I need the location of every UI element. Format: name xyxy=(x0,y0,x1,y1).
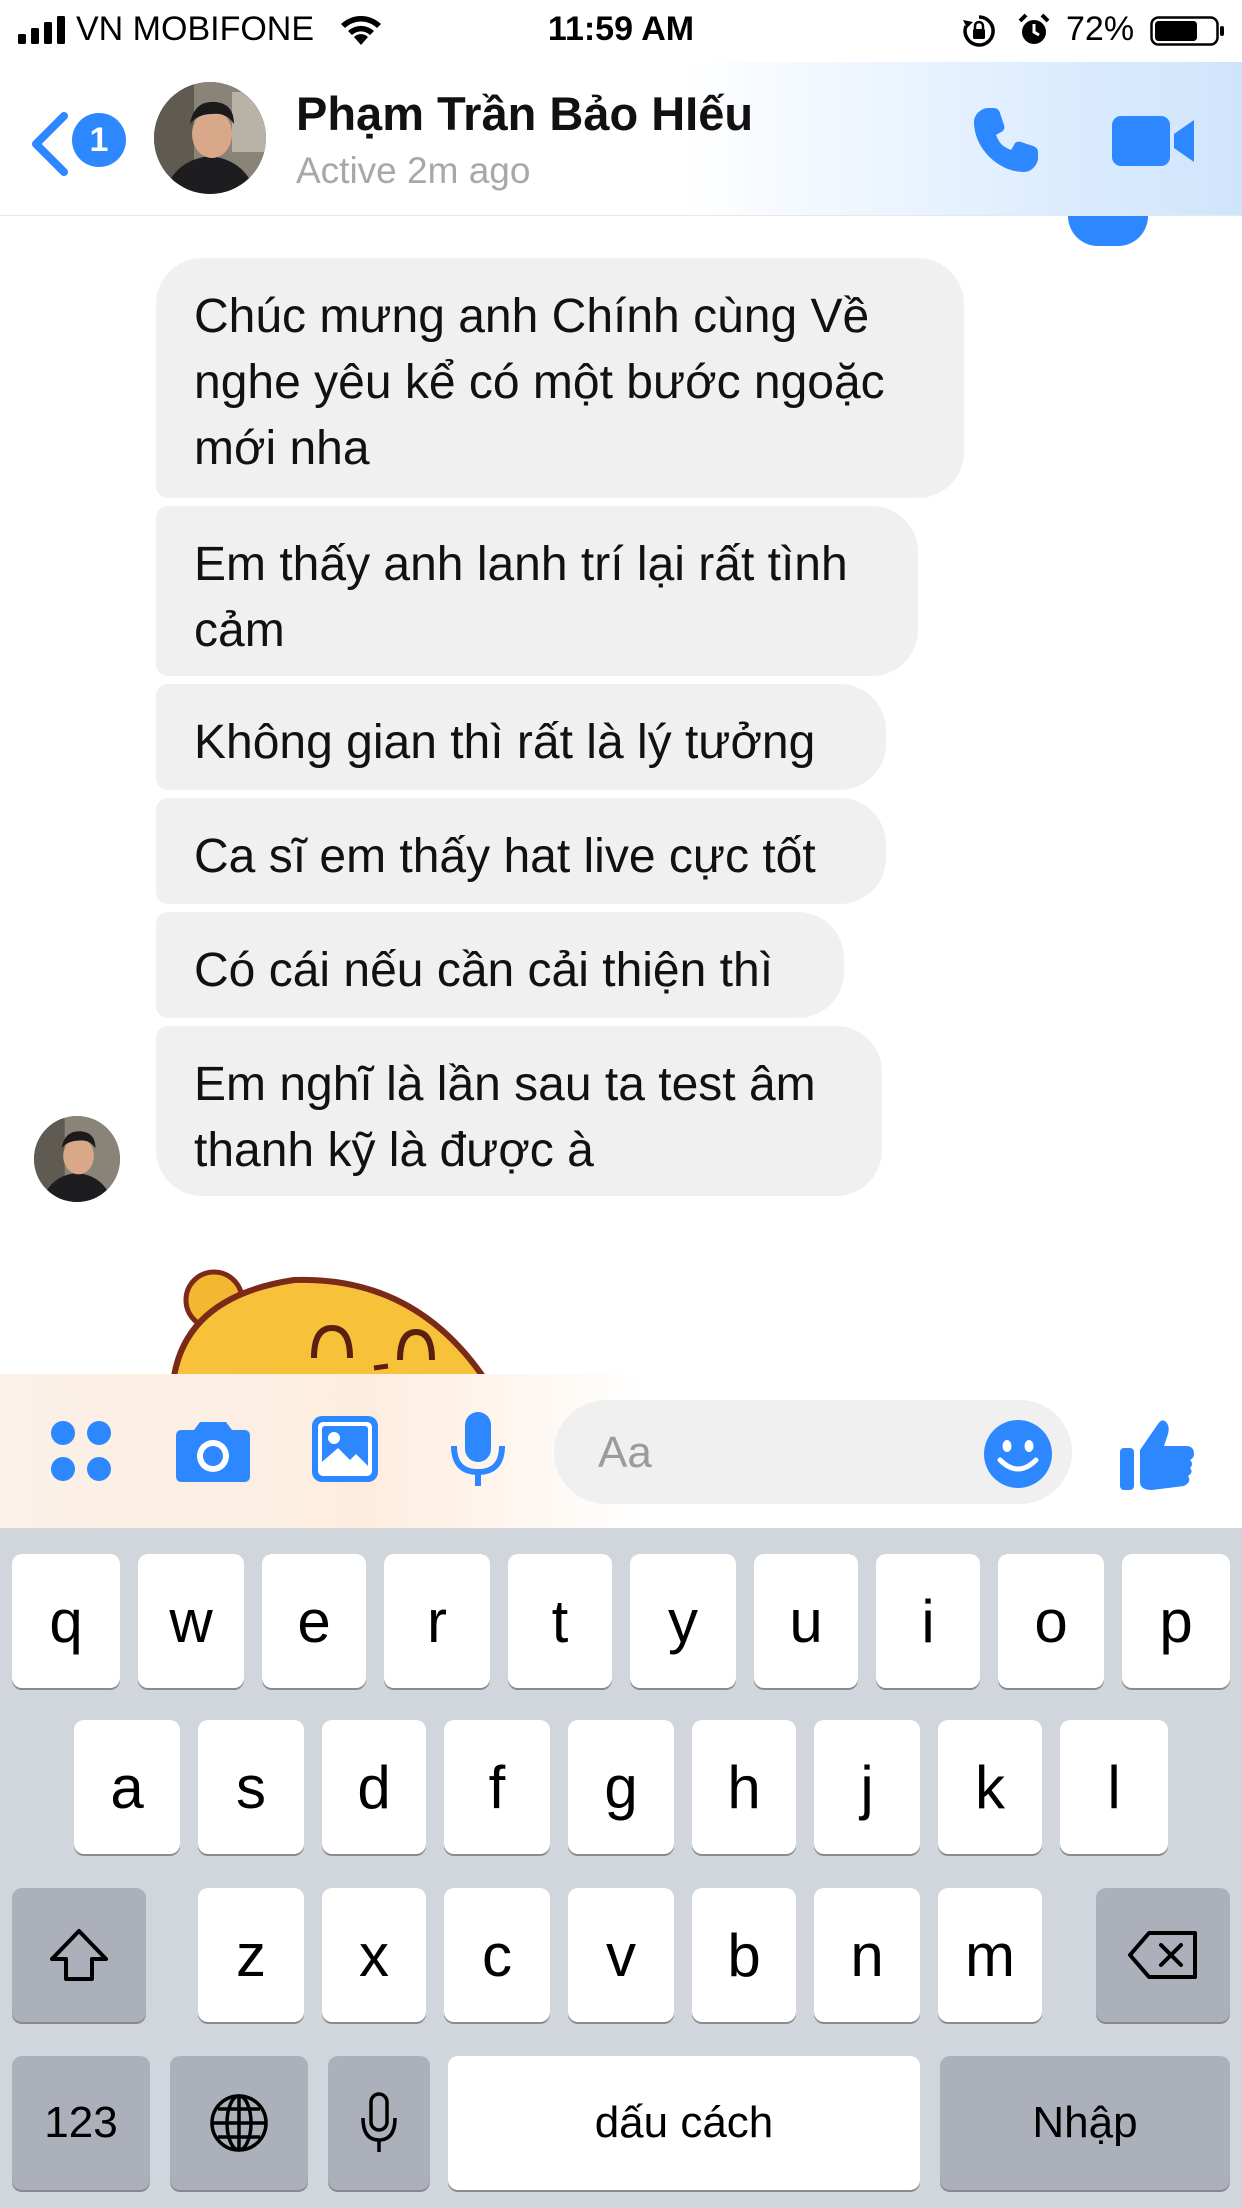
orientation-lock-icon xyxy=(963,15,995,47)
apps-grid-icon[interactable] xyxy=(48,1418,114,1484)
emoji-icon[interactable] xyxy=(982,1418,1054,1490)
key-v[interactable]: v xyxy=(568,1888,674,2022)
message-bubble[interactable]: Ca sĩ em thấy hat live cực tốt xyxy=(156,798,886,904)
battery-icon xyxy=(1150,16,1224,46)
return-key[interactable]: Nhập xyxy=(940,2056,1230,2190)
message-bubble[interactable]: Em thấy anh lanh trí lại rất tình cảm xyxy=(156,506,918,676)
key-a[interactable]: a xyxy=(74,1720,180,1854)
key-f[interactable]: f xyxy=(444,1720,550,1854)
unread-badge[interactable]: 1 xyxy=(72,113,126,167)
shift-icon xyxy=(50,1929,108,1981)
contact-name[interactable]: Phạm Trần Bảo HIếu xyxy=(296,86,753,141)
key-g[interactable]: g xyxy=(568,1720,674,1854)
phone-icon[interactable] xyxy=(968,102,1044,178)
key-z[interactable]: z xyxy=(198,1888,304,2022)
key-m[interactable]: m xyxy=(938,1888,1042,2022)
message-composer: Aa xyxy=(0,1374,1242,1528)
key-y[interactable]: y xyxy=(630,1554,736,1688)
avatar-photo xyxy=(34,1116,120,1202)
avatar-photo xyxy=(154,82,266,194)
key-k[interactable]: k xyxy=(938,1720,1042,1854)
key-t[interactable]: t xyxy=(508,1554,612,1688)
status-bar: VN MOBIFONE 11:59 AM 72% xyxy=(0,0,1242,62)
battery-percent: 72% xyxy=(1066,10,1135,48)
active-status: Active 2m ago xyxy=(296,150,531,191)
camera-icon[interactable] xyxy=(174,1416,252,1484)
video-camera-icon[interactable] xyxy=(1110,112,1196,170)
key-d[interactable]: d xyxy=(322,1720,426,1854)
backspace-key[interactable] xyxy=(1096,1888,1230,2022)
key-q[interactable]: q xyxy=(12,1554,120,1688)
key-n[interactable]: n xyxy=(814,1888,920,2022)
sender-avatar[interactable] xyxy=(34,1116,120,1202)
key-i[interactable]: i xyxy=(876,1554,980,1688)
key-e[interactable]: e xyxy=(262,1554,366,1688)
key-x[interactable]: x xyxy=(322,1888,426,2022)
numbers-key[interactable]: 123 xyxy=(12,2056,150,2190)
key-r[interactable]: r xyxy=(384,1554,490,1688)
message-bubble[interactable]: Em nghĩ là lần sau ta test âm thanh kỹ l… xyxy=(156,1026,882,1196)
globe-icon xyxy=(210,2094,268,2152)
key-u[interactable]: u xyxy=(754,1554,858,1688)
key-b[interactable]: b xyxy=(692,1888,796,2022)
clock: 11:59 AM xyxy=(547,10,695,48)
dictation-key[interactable] xyxy=(328,2056,430,2190)
gallery-icon[interactable] xyxy=(310,1414,380,1484)
contact-avatar[interactable] xyxy=(154,82,266,194)
key-w[interactable]: w xyxy=(138,1554,244,1688)
message-input[interactable]: Aa xyxy=(554,1400,1072,1504)
key-s[interactable]: s xyxy=(198,1720,304,1854)
key-l[interactable]: l xyxy=(1060,1720,1168,1854)
back-chevron-icon[interactable] xyxy=(28,112,70,176)
microphone-icon[interactable] xyxy=(448,1410,508,1490)
message-bubble[interactable]: Không gian thì rất là lý tưởng xyxy=(156,684,886,790)
alarm-icon xyxy=(1018,13,1050,44)
shift-key[interactable] xyxy=(12,1888,146,2022)
message-input-placeholder: Aa xyxy=(598,1428,652,1477)
message-bubble[interactable]: Chúc mưng anh Chính cùng Về nghe yêu kể … xyxy=(156,258,964,498)
key-j[interactable]: j xyxy=(814,1720,920,1854)
message-bubble[interactable]: Có cái nếu cần cải thiện thì xyxy=(156,912,844,1018)
conversation-header: 1 Phạm Trần Bảo HIếu Active 2m ago xyxy=(0,62,1242,246)
dictation-icon xyxy=(361,2092,397,2152)
thumbs-up-icon[interactable] xyxy=(1118,1416,1196,1492)
sticker-image[interactable] xyxy=(164,1258,504,1374)
key-p[interactable]: p xyxy=(1122,1554,1230,1688)
on-screen-keyboard: q w e r t y u i o p a s d f g h j k l z … xyxy=(0,1528,1242,2208)
key-h[interactable]: h xyxy=(692,1720,796,1854)
space-key[interactable]: dấu cách xyxy=(448,2056,920,2190)
message-list[interactable]: Chúc mưng anh Chính cùng Về nghe yêu kể … xyxy=(0,216,1242,1374)
key-c[interactable]: c xyxy=(444,1888,550,2022)
backspace-icon xyxy=(1128,1931,1197,1979)
key-o[interactable]: o xyxy=(998,1554,1104,1688)
globe-key[interactable] xyxy=(170,2056,308,2190)
